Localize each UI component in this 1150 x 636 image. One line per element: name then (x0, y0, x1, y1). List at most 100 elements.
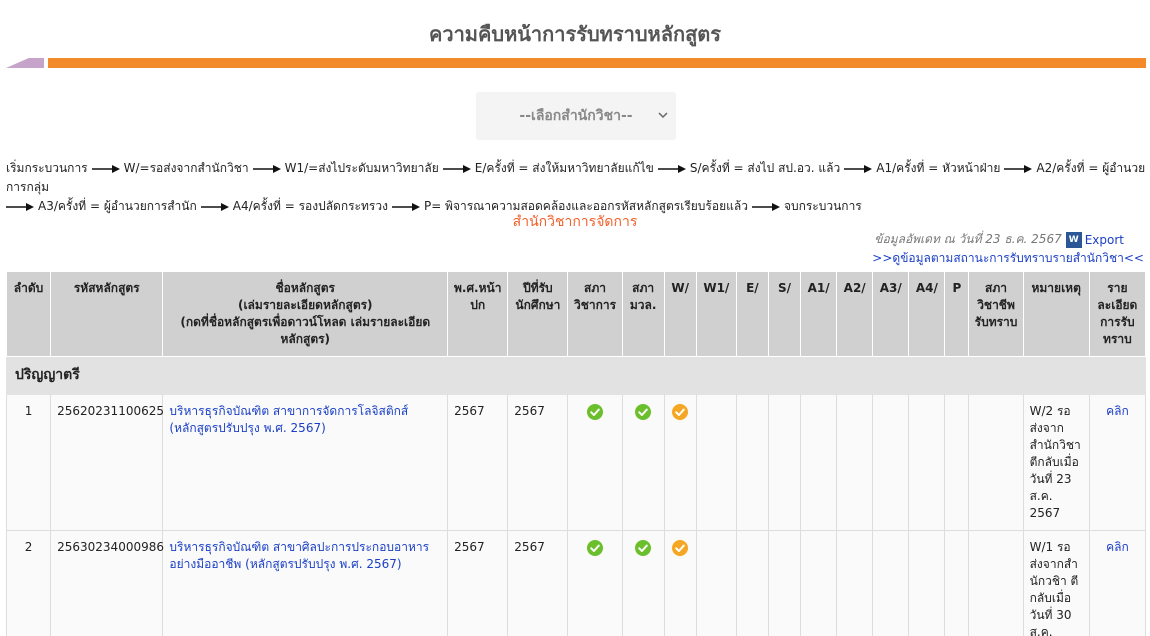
col-header-a1: A1/ (800, 271, 838, 357)
arrow-right-icon (844, 164, 873, 173)
detail-click-link[interactable]: คลิก (1106, 540, 1129, 554)
cell-remark: W/1 รอส่งจากสำนักวชิา ตีกลับเมื่อวันที่ … (1022, 530, 1090, 636)
cell-year-cover: 2567 (447, 530, 509, 636)
detail-click-link[interactable]: คลิก (1106, 404, 1129, 418)
col-header-a4: A4/ (908, 271, 946, 357)
cell-p (944, 394, 970, 531)
col-header-a3: A3/ (872, 271, 910, 357)
col-header-professional: สภาวิชาชีพรับทราบ (968, 271, 1024, 357)
col-header-name-hint: (กดที่ชื่อหลักสูตรเพื่อดาวน์โหลด เล่มราย… (180, 315, 431, 346)
col-header-p: P (944, 271, 970, 357)
cell-a2 (836, 394, 874, 531)
cell-univ-council (621, 394, 665, 531)
chevron-down-icon (658, 112, 668, 119)
cell-a1 (800, 394, 838, 531)
title-divider (6, 58, 1146, 68)
page-title: ความคืบหน้าการรับทราบหลักสูตร (428, 22, 722, 46)
section-label: ปริญญาตรี (6, 356, 1146, 395)
arrow-right-icon (252, 164, 281, 173)
cell-code: 25620231100625 (50, 394, 164, 531)
cell-professional (968, 530, 1024, 636)
cell-e (735, 394, 769, 531)
check-circle-green-icon (587, 404, 604, 420)
cell-a4 (908, 530, 946, 636)
table-row: 2 25630234000986 บริหารธุรกิจบัณฑิต สาขา… (5, 530, 1147, 636)
col-header-s: S/ (767, 271, 802, 357)
cell-e (735, 530, 769, 636)
check-circle-orange-icon (672, 404, 689, 420)
cell-a3 (872, 530, 910, 636)
divider-bar (48, 58, 1146, 68)
faculty-status-link[interactable]: >>ดูข้อมูลตามสถานะการรับทราบรายสำนักวิชา… (872, 249, 1144, 268)
arrow-right-icon (6, 202, 34, 211)
cell-a1 (800, 530, 838, 636)
word-file-icon[interactable]: W (1065, 231, 1082, 248)
arrow-right-icon (657, 164, 686, 173)
export-link[interactable]: Export (1085, 233, 1124, 247)
arrow-right-icon (1004, 164, 1033, 173)
arrow-right-icon (200, 202, 229, 211)
col-header-year-admit: ปีที่รับนักศึกษา (507, 271, 569, 357)
check-circle-orange-icon (672, 540, 689, 556)
col-header-year-cover: พ.ศ.หน้าปก (447, 271, 509, 357)
arrow-right-icon (91, 164, 120, 173)
cell-academic-council (567, 530, 623, 636)
cell-w (663, 394, 697, 531)
flow-step: A1/ครั้งที่ = หัวหน้าฝ่าย (876, 161, 1001, 175)
col-header-code: รหัสหลักสูตร (50, 271, 164, 357)
col-header-w: W/ (663, 271, 697, 357)
cell-professional (968, 394, 1024, 531)
col-header-remark: หมายเหตุ (1022, 271, 1090, 357)
update-info: ข้อมูลอัพเดท ณ วันที่ 23 ธ.ค. 2567 W Exp… (874, 230, 1124, 249)
divider-accent (6, 58, 44, 68)
cell-detail: คลิก (1088, 530, 1147, 636)
curriculum-table: ลำดับ รหัสหลักสูตร ชื่อหลักสูตร (เล่มราย… (5, 271, 1147, 636)
cell-w (663, 530, 697, 636)
col-header-no: ลำดับ (5, 271, 52, 357)
col-header-name: ชื่อหลักสูตร (เล่มรายละเอียดหลักสูตร) (ก… (162, 271, 449, 357)
section-row: ปริญญาตรี (6, 356, 1146, 395)
cell-academic-council (567, 394, 623, 531)
faculty-select[interactable]: --เลือกสำนักวิชา-- (476, 92, 676, 140)
col-header-academic-council: สภาวิชาการ (567, 271, 623, 357)
cell-code: 25630234000986 (50, 530, 164, 636)
cell-w1 (695, 394, 737, 531)
cell-remark: W/2 รอส่งจากสำนักวิชา ตีกลับเมื่อวันที่ … (1022, 394, 1090, 531)
update-text: ข้อมูลอัพเดท ณ วันที่ 23 ธ.ค. 2567 (874, 232, 1062, 246)
check-circle-green-icon (635, 540, 652, 556)
cell-no: 1 (5, 394, 52, 531)
flow-step: W/=รอส่งจากสำนักวิชา (123, 161, 249, 175)
table-row: 1 25620231100625 บริหารธุรกิจบัณฑิต สาขา… (5, 394, 1147, 531)
faculty-select-value: --เลือกสำนักวิชา-- (519, 108, 633, 124)
col-header-detail: รายละเอียดการรับทราบ (1088, 271, 1147, 357)
curriculum-link[interactable]: บริหารธุรกิจบัณฑิต สาขาการจัดการโลจิสติก… (169, 404, 408, 435)
cell-no: 2 (5, 530, 52, 636)
cell-year-admit: 2567 (507, 394, 569, 531)
cell-year-cover: 2567 (447, 394, 509, 531)
cell-p (944, 530, 970, 636)
cell-a4 (908, 394, 946, 531)
cell-name: บริหารธุรกิจบัณฑิต สาขาศิลปะการประกอบอาห… (162, 530, 449, 636)
col-header-name-title: ชื่อหลักสูตร (275, 281, 335, 295)
cell-detail: คลิก (1088, 394, 1147, 531)
flow-step: เริ่มกระบวนการ (6, 161, 88, 175)
col-header-a2: A2/ (836, 271, 874, 357)
cell-a3 (872, 394, 910, 531)
table-header-row: ลำดับ รหัสหลักสูตร ชื่อหลักสูตร (เล่มราย… (5, 271, 1147, 357)
cell-name: บริหารธุรกิจบัณฑิต สาขาการจัดการโลจิสติก… (162, 394, 449, 531)
cell-a2 (836, 530, 874, 636)
curriculum-link[interactable]: บริหารธุรกิจบัณฑิต สาขาศิลปะการประกอบอาห… (169, 540, 429, 571)
col-header-name-sub: (เล่มรายละเอียดหลักสูตร) (237, 298, 373, 312)
flow-step: S/ครั้งที่ = ส่งไป สป.อว. แล้ว (689, 161, 841, 175)
col-header-w1: W1/ (695, 271, 737, 357)
check-circle-green-icon (587, 540, 604, 556)
check-circle-green-icon (635, 404, 652, 420)
cell-s (767, 530, 802, 636)
process-flow: เริ่มกระบวนการ W/=รอส่งจากสำนักวิชา W1/=ส่… (6, 159, 1146, 216)
cell-univ-council (621, 530, 665, 636)
cell-year-admit: 2567 (507, 530, 569, 636)
arrow-right-icon (751, 202, 780, 211)
col-header-e: E/ (735, 271, 769, 357)
arrow-right-icon (391, 202, 420, 211)
col-header-univ-council: สภามวล. (621, 271, 665, 357)
